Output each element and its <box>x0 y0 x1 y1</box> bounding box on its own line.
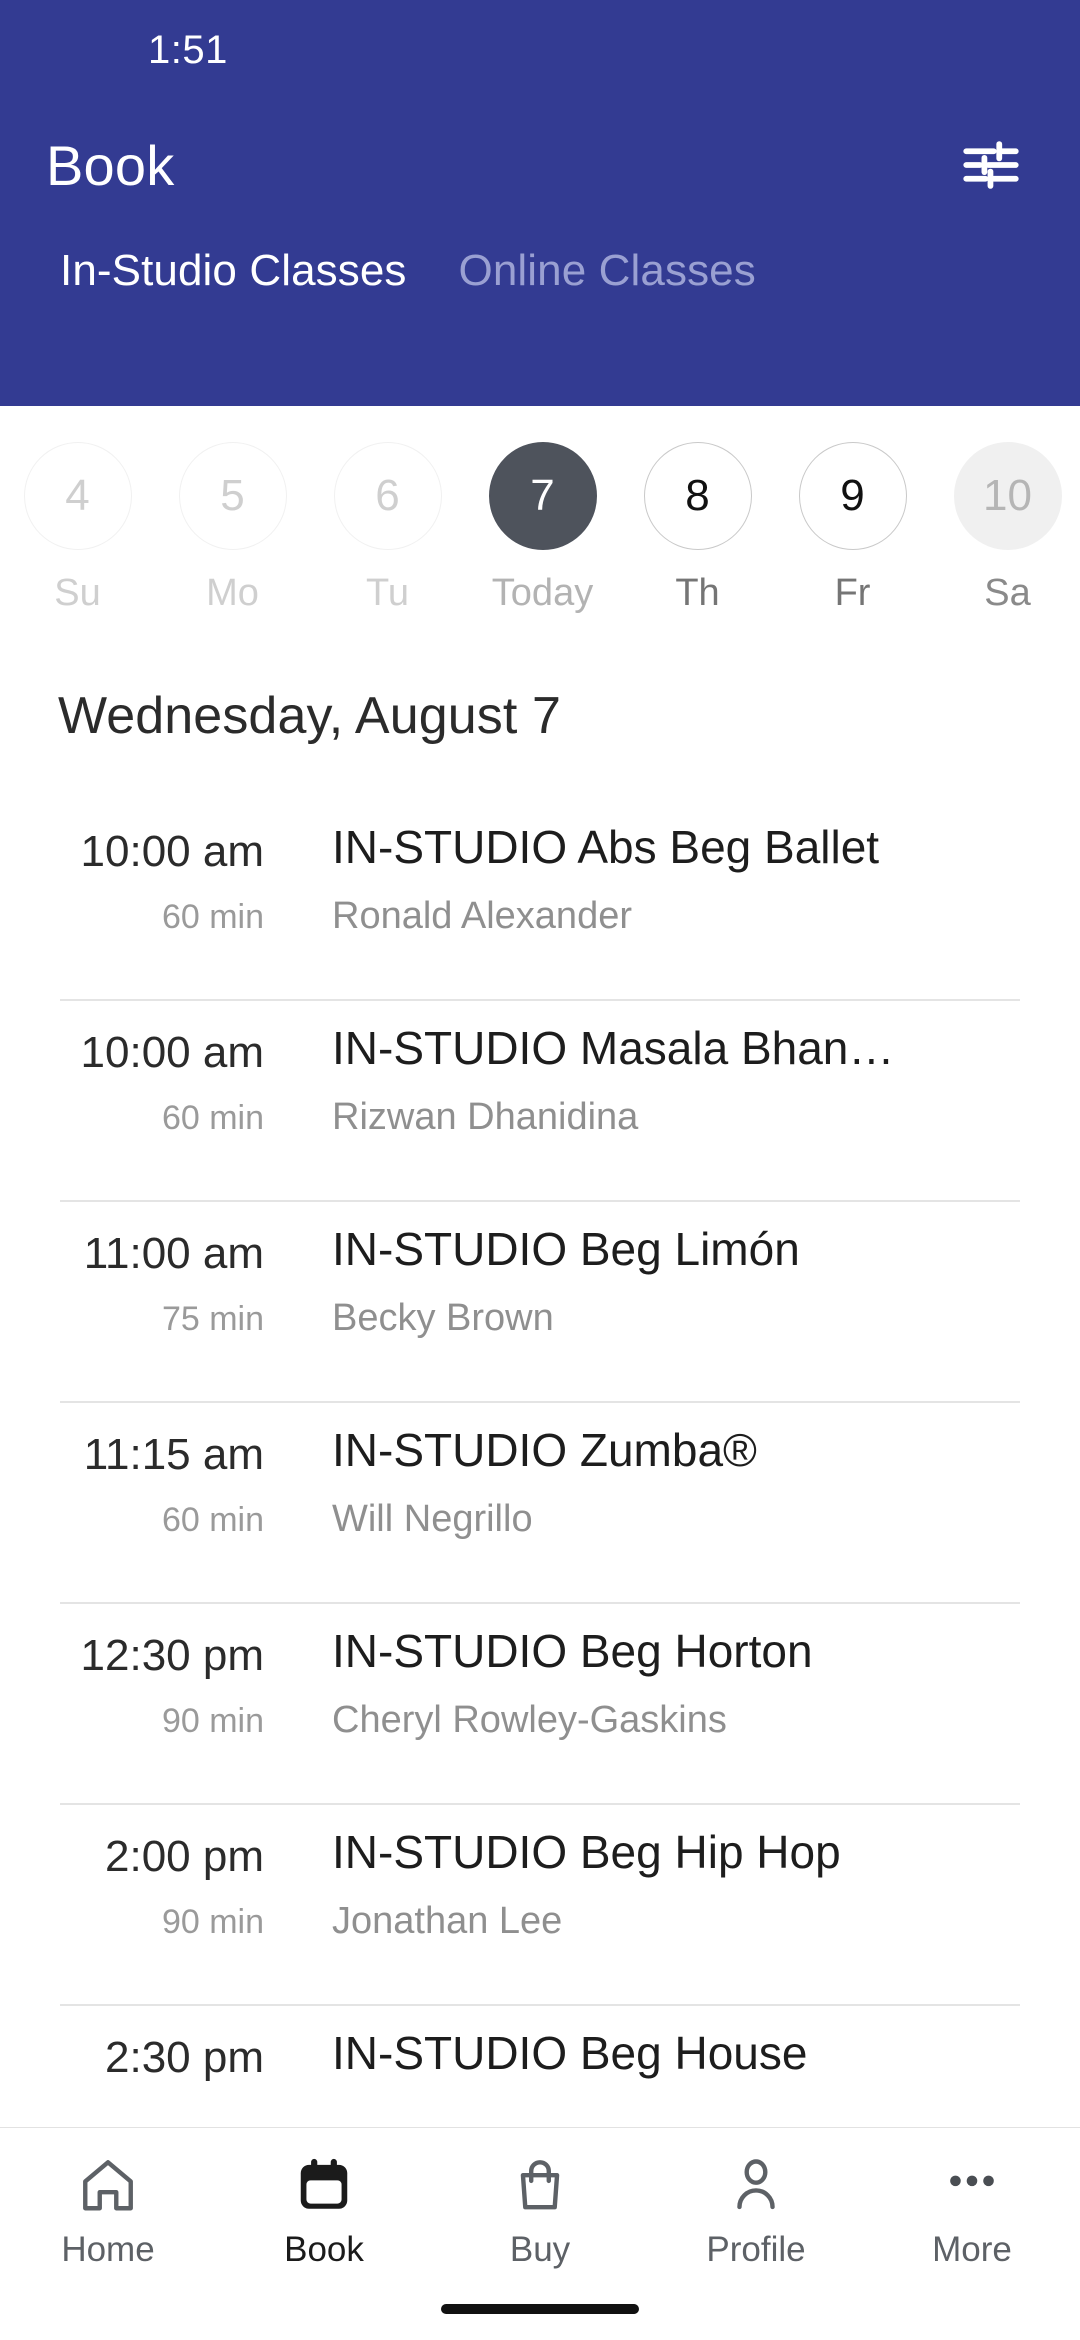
class-name: IN-STUDIO Beg Hip Hop <box>332 1826 841 1878</box>
class-teacher: Ronald Alexander <box>332 895 632 938</box>
nav-item-book[interactable]: Book <box>216 2154 432 2270</box>
date-chip-6[interactable]: 6 Tu <box>310 442 465 615</box>
nav-label: More <box>932 2230 1012 2269</box>
nav-label: Profile <box>706 2230 806 2269</box>
date-chip-number: 7 <box>488 442 597 550</box>
nav-item-home[interactable]: Home <box>0 2154 216 2270</box>
class-row[interactable]: 11:15 am 60 min IN-STUDIO Zumba® Will Ne… <box>0 1401 1080 1602</box>
class-info-column: IN-STUDIO Zumba® Will Negrillo <box>280 1401 1020 1541</box>
class-row[interactable]: 11:00 am 75 min IN-STUDIO Beg Limón Beck… <box>0 1200 1080 1401</box>
date-chip-number: 5 <box>178 442 287 550</box>
class-duration: 60 min <box>161 1099 264 1138</box>
class-duration: 60 min <box>161 898 264 937</box>
nav-label: Home <box>61 2230 155 2269</box>
class-row[interactable]: 10:00 am 60 min IN-STUDIO Abs Beg Ballet… <box>0 798 1080 999</box>
calendar-icon <box>293 2154 355 2216</box>
class-list: 10:00 am 60 min IN-STUDIO Abs Beg Ballet… <box>0 798 1080 2205</box>
date-chip-label: Today <box>491 572 594 614</box>
selected-date-heading: Wednesday, August 7 <box>58 687 561 745</box>
date-selector-strip[interactable]: 4 Su 5 Mo 6 Tu 7 Today 8 Th 9 Fr 10 Sa <box>0 406 1080 656</box>
tab-in-studio-classes[interactable]: In-Studio Classes <box>34 246 433 296</box>
class-start-time: 11:00 am <box>83 1229 264 1278</box>
class-time-column: 11:15 am 60 min <box>0 1401 280 1540</box>
date-chip-number: 4 <box>23 442 132 550</box>
person-icon <box>725 2154 787 2216</box>
class-start-time: 12:30 pm <box>80 1631 264 1680</box>
date-chip-4[interactable]: 4 Su <box>0 442 155 615</box>
tab-online-classes[interactable]: Online Classes <box>433 246 782 296</box>
class-time-column: 2:30 pm <box>0 2004 280 2104</box>
date-chip-10[interactable]: 10 Sa <box>930 442 1080 615</box>
class-duration: 90 min <box>161 1903 264 1942</box>
class-info-column: IN-STUDIO Beg Horton Cheryl Rowley-Gaski… <box>280 1602 1020 1742</box>
status-bar: 1:51 <box>0 0 1080 100</box>
date-chip-5[interactable]: 5 Mo <box>155 442 310 615</box>
date-chip-label: Tu <box>366 572 409 614</box>
class-name: IN-STUDIO Masala Bhan… <box>332 1022 895 1074</box>
class-time-column: 10:00 am 60 min <box>0 798 280 937</box>
class-time-column: 2:00 pm 90 min <box>0 1803 280 1942</box>
class-name: IN-STUDIO Abs Beg Ballet <box>332 821 880 873</box>
class-info-column: IN-STUDIO Beg Limón Becky Brown <box>280 1200 1020 1340</box>
date-chip-label: Su <box>54 572 101 614</box>
class-name: IN-STUDIO Beg Horton <box>332 1625 813 1677</box>
class-name: IN-STUDIO Beg Limón <box>332 1223 800 1275</box>
class-info-column: IN-STUDIO Beg House <box>280 2004 1020 2101</box>
status-bar-clock: 1:51 <box>148 27 228 72</box>
class-start-time: 10:00 am <box>80 1028 264 1077</box>
class-info-column: IN-STUDIO Beg Hip Hop Jonathan Lee <box>280 1803 1020 1943</box>
date-chip-label: Fr <box>834 572 871 614</box>
class-row[interactable]: 10:00 am 60 min IN-STUDIO Masala Bhan… R… <box>0 999 1080 1200</box>
filter-icon[interactable] <box>958 132 1024 198</box>
class-name: IN-STUDIO Zumba® <box>332 1424 757 1476</box>
class-teacher: Cheryl Rowley-Gaskins <box>332 1699 727 1742</box>
class-start-time: 10:00 am <box>80 827 264 876</box>
class-duration: 60 min <box>161 1501 264 1540</box>
date-chip-9[interactable]: 9 Fr <box>775 442 930 615</box>
class-start-time: 11:15 am <box>83 1430 264 1479</box>
date-chip-number: 6 <box>333 442 442 550</box>
home-icon <box>77 2154 139 2216</box>
ellipsis-icon <box>941 2154 1003 2216</box>
class-info-column: IN-STUDIO Masala Bhan… Rizwan Dhanidina <box>280 999 1020 1139</box>
date-chip-7-today-selected[interactable]: 7 Today <box>465 442 620 615</box>
home-indicator <box>441 2304 639 2314</box>
class-start-time: 2:00 pm <box>105 1832 264 1881</box>
class-info-column: IN-STUDIO Abs Beg Ballet Ronald Alexande… <box>280 798 1020 938</box>
bag-icon <box>509 2154 571 2216</box>
app-bar: Book <box>0 100 1080 230</box>
date-chip-label: Th <box>675 572 720 614</box>
nav-item-buy[interactable]: Buy <box>432 2154 648 2270</box>
class-time-column: 12:30 pm 90 min <box>0 1602 280 1741</box>
class-teacher: Rizwan Dhanidina <box>332 1096 639 1139</box>
date-chip-label: Mo <box>206 572 259 614</box>
date-chip-number: 9 <box>798 442 907 550</box>
bottom-navigation-bar: Home Book Buy Profile More <box>0 2127 1080 2340</box>
class-start-time: 2:30 pm <box>105 2033 264 2082</box>
class-teacher: Will Negrillo <box>332 1498 533 1541</box>
class-duration: 75 min <box>161 1300 264 1339</box>
class-row[interactable]: 12:30 pm 90 min IN-STUDIO Beg Horton Che… <box>0 1602 1080 1803</box>
nav-label: Buy <box>509 2230 571 2269</box>
app-header: 1:51 Book In-Studio Classes Online Class… <box>0 0 1080 406</box>
class-time-column: 10:00 am 60 min <box>0 999 280 1138</box>
page-title: Book <box>46 133 175 197</box>
tab-bar: In-Studio Classes Online Classes <box>0 246 1080 296</box>
class-row[interactable]: 2:00 pm 90 min IN-STUDIO Beg Hip Hop Jon… <box>0 1803 1080 2004</box>
class-teacher: Becky Brown <box>332 1297 554 1340</box>
date-chip-number: 10 <box>953 442 1062 550</box>
class-name: IN-STUDIO Beg House <box>332 2027 808 2079</box>
class-time-column: 11:00 am 75 min <box>0 1200 280 1339</box>
app-screen: 1:51 Book In-Studio Classes Online Class… <box>0 0 1080 2340</box>
nav-label: Book <box>284 2230 364 2269</box>
class-teacher: Jonathan Lee <box>332 1900 563 1943</box>
class-duration: 90 min <box>161 1702 264 1741</box>
date-chip-number: 8 <box>643 442 752 550</box>
nav-item-more[interactable]: More <box>864 2154 1080 2270</box>
date-chip-8[interactable]: 8 Th <box>620 442 775 615</box>
nav-item-profile[interactable]: Profile <box>648 2154 864 2270</box>
date-chip-label: Sa <box>984 572 1031 614</box>
